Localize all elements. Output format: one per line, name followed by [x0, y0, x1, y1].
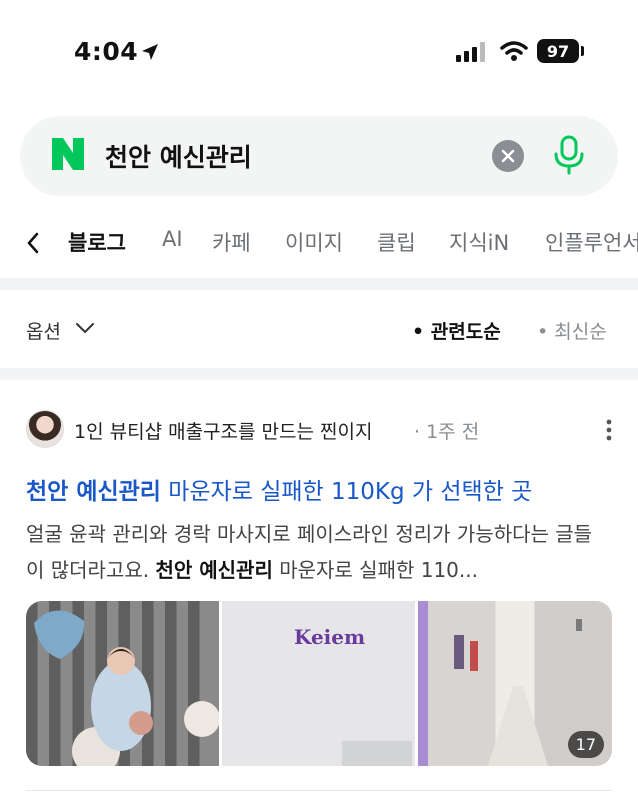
blog-author-name[interactable]: 1인 뷰티샵 매출구조를 만드는 찐이지: [74, 417, 372, 444]
tab-cafe[interactable]: 카페: [212, 227, 251, 257]
thumbnail-image-1[interactable]: [26, 601, 220, 766]
post-time: · 1주 전: [414, 421, 480, 443]
search-category-tabs: 블로그 AI 카페 이미지 클립 지식iN 인플루언서: [0, 222, 638, 262]
post-thumbnails[interactable]: Keiem 17: [26, 601, 612, 766]
sort-latest-label: 최신순: [554, 321, 607, 343]
search-bar[interactable]: 천안 예신관리: [20, 116, 618, 196]
avatar[interactable]: [26, 410, 64, 448]
tab-blog[interactable]: 블로그: [68, 227, 126, 257]
battery-cap: [581, 46, 584, 56]
section-divider: [0, 278, 638, 290]
thumbnail-image-3[interactable]: 17: [418, 601, 612, 766]
chevron-down-icon[interactable]: [75, 321, 95, 335]
search-input[interactable]: 천안 예신관리: [105, 138, 252, 174]
thumbnail-2-sign: Keiem: [294, 625, 366, 649]
section-divider: [0, 368, 638, 380]
location-arrow-icon: [142, 44, 158, 60]
snippet-part-2: 마운자로 실패한 110...: [272, 558, 478, 582]
naver-logo-icon[interactable]: [50, 136, 86, 172]
wifi-icon: [500, 41, 528, 61]
thumbnail-2-desk: [342, 741, 412, 766]
options-button[interactable]: 옵션: [26, 317, 61, 344]
battery-indicator: 97: [537, 39, 579, 63]
chevron-left-icon[interactable]: [26, 232, 40, 254]
result-divider: [26, 790, 612, 791]
post-snippet[interactable]: 얼굴 윤곽 관리와 경락 마사지로 페이스라인 정리가 가능하다는 글들이 많더…: [26, 516, 610, 588]
sort-relevance-option[interactable]: • 관련도순: [412, 317, 501, 344]
tab-knowledge-in[interactable]: 지식iN: [449, 227, 509, 257]
post-title-link[interactable]: 천안 예신관리 마운자로 실패한 110Kg 가 선택한 곳: [26, 472, 532, 506]
status-time: 4:04: [74, 37, 139, 66]
snippet-highlight: 천안 예신관리: [155, 558, 273, 582]
post-time-text: 1주 전: [426, 421, 480, 443]
tab-influencer[interactable]: 인플루언서: [545, 227, 638, 257]
blog-result-item[interactable]: 1인 뷰티샵 매출구조를 만드는 찐이지 · 1주 전 천안 예신관리 마운자로…: [0, 380, 638, 800]
options-bar: 옵션 • 관련도순 • 최신순: [0, 290, 638, 368]
more-options-icon[interactable]: [606, 419, 612, 441]
thumbnail-1-scene: [34, 610, 220, 766]
sort-latest-option[interactable]: • 최신순: [537, 317, 607, 344]
microphone-icon[interactable]: [550, 134, 588, 176]
image-count-badge: 17: [567, 731, 604, 758]
sort-relevance-label: 관련도순: [430, 321, 501, 343]
close-icon: [501, 149, 515, 163]
tab-images[interactable]: 이미지: [285, 227, 343, 257]
status-bar: 4:04 97: [0, 0, 638, 100]
battery-level: 97: [546, 41, 570, 61]
title-highlight: 천안 예신관리: [26, 479, 161, 505]
thumbnail-image-2[interactable]: Keiem: [222, 601, 415, 766]
cellular-signal-icon: [456, 42, 485, 62]
clear-search-button[interactable]: [492, 140, 524, 172]
tab-ai[interactable]: AI: [162, 227, 183, 251]
tab-clip[interactable]: 클립: [377, 227, 416, 257]
title-rest: 마운자로 실패한 110Kg 가 선택한 곳: [160, 479, 533, 505]
